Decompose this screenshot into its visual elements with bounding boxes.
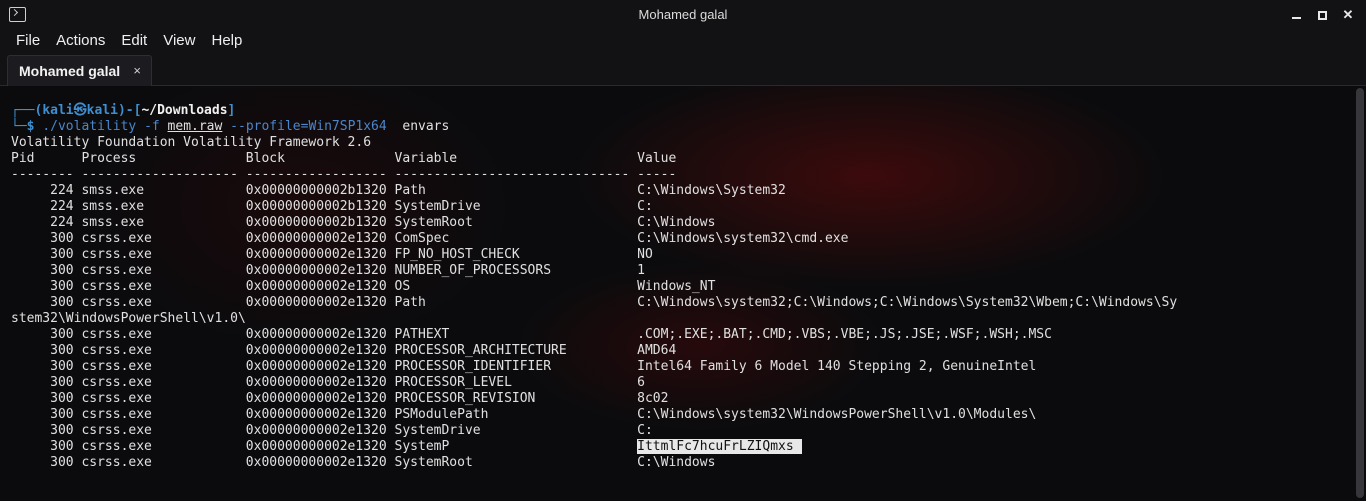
table-row: 300 csrss.exe 0x00000000002e1320 SystemD… — [11, 423, 653, 438]
menu-actions[interactable]: Actions — [48, 30, 113, 54]
table-row: 300 csrss.exe 0x00000000002e1320 ComSpec… — [11, 231, 849, 246]
table-row: 224 smss.exe 0x00000000002b1320 Path C:\… — [11, 183, 786, 198]
prompt-line-1: ┌──(kali㉿kali)-[~/Downloads] — [11, 103, 1356, 119]
tab-bar: Mohamed galal × — [0, 54, 1366, 86]
prompt-dir: ~/Downloads — [141, 103, 228, 118]
minimize-icon — [1291, 17, 1301, 19]
tab-label: Mohamed galal — [19, 63, 121, 79]
prompt-corner-2: └─ — [11, 119, 27, 134]
close-button[interactable]: ✕ — [1338, 5, 1358, 25]
table-row: 300 csrss.exe 0x00000000002e1320 OS Wind… — [11, 279, 716, 294]
title-bar: Mohamed galal ✕ — [0, 0, 1366, 30]
prompt-at: ㉿ — [73, 103, 87, 118]
window-title: Mohamed galal — [638, 7, 728, 22]
menu-bar: File Actions Edit View Help — [0, 30, 1366, 54]
window-controls: ✕ — [1286, 5, 1358, 25]
cmd-file: mem.raw — [167, 119, 223, 134]
table-row: 300 csrss.exe 0x00000000002e1320 SystemR… — [11, 455, 716, 470]
cmd-flag-f: -f — [144, 119, 160, 134]
close-icon: ✕ — [1342, 7, 1354, 22]
table-separator: -------- -------------------- ----------… — [11, 167, 677, 182]
table-row: 300 csrss.exe 0x00000000002e1320 FP_NO_H… — [11, 247, 653, 262]
cmd-plugin: envars — [402, 119, 450, 134]
maximize-icon — [1317, 10, 1327, 20]
minimize-button[interactable] — [1286, 5, 1306, 25]
table-row: 300 csrss.exe 0x00000000002e1320 PROCESS… — [11, 391, 669, 406]
terminal-lines: ┌──(kali㉿kali)-[~/Downloads] └─$ ./volat… — [11, 103, 1356, 471]
prompt-dollar: $ — [26, 119, 35, 134]
table-row: 300 csrss.exe 0x00000000002e1320 PROCESS… — [11, 359, 1037, 374]
prompt-host: kali — [86, 103, 118, 118]
selected-value[interactable]: IttmlFc7hcuFrLZIQmxs — [637, 439, 802, 454]
prompt-corner: ┌──( — [11, 103, 43, 118]
table-row: 300 csrss.exe 0x00000000002e1320 PROCESS… — [11, 375, 645, 390]
table-row-highlight: 300 csrss.exe 0x00000000002e1320 SystemP… — [11, 439, 1356, 455]
prompt-user: kali — [42, 103, 74, 118]
tab-terminal[interactable]: Mohamed galal × — [7, 55, 152, 86]
banner-line: Volatility Foundation Volatility Framewo… — [11, 135, 372, 150]
scrollbar-thumb[interactable] — [1356, 88, 1364, 498]
prompt-line-2: └─$ ./volatility -f mem.raw --profile=Wi… — [11, 119, 1356, 135]
maximize-button[interactable] — [1312, 5, 1332, 25]
terminal-output[interactable]: ┌──(kali㉿kali)-[~/Downloads] └─$ ./volat… — [0, 86, 1366, 501]
table-row: 224 smss.exe 0x00000000002b1320 SystemRo… — [11, 215, 716, 230]
table-row: 300 csrss.exe 0x00000000002e1320 Path C:… — [11, 295, 1178, 310]
table-row-wrap: stem32\WindowsPowerShell\v1.0\ — [11, 311, 246, 326]
table-row: 224 smss.exe 0x00000000002b1320 SystemDr… — [11, 199, 653, 214]
table-row: 300 csrss.exe 0x00000000002e1320 PROCESS… — [11, 343, 677, 358]
terminal-scrollbar[interactable] — [1356, 86, 1364, 501]
cmd-profile: --profile=Win7SP1x64 — [230, 119, 387, 134]
highlight-row-prefix: 300 csrss.exe 0x00000000002e1320 SystemP — [11, 439, 638, 454]
cmd-name: ./volatility — [42, 119, 137, 134]
prompt-close: ] — [227, 103, 236, 118]
table-row: 300 csrss.exe 0x00000000002e1320 PATHEXT… — [11, 327, 1052, 342]
menu-file[interactable]: File — [8, 30, 48, 54]
table-row: 300 csrss.exe 0x00000000002e1320 NUMBER_… — [11, 263, 645, 278]
menu-view[interactable]: View — [155, 30, 203, 54]
table-header: Pid Process Block Variable Value — [11, 151, 677, 166]
table-row: 300 csrss.exe 0x00000000002e1320 PSModul… — [11, 407, 1037, 422]
menu-help[interactable]: Help — [203, 30, 250, 54]
prompt-sep: )-[ — [117, 103, 142, 118]
menu-edit[interactable]: Edit — [113, 30, 155, 54]
tab-close-icon[interactable]: × — [133, 63, 141, 78]
